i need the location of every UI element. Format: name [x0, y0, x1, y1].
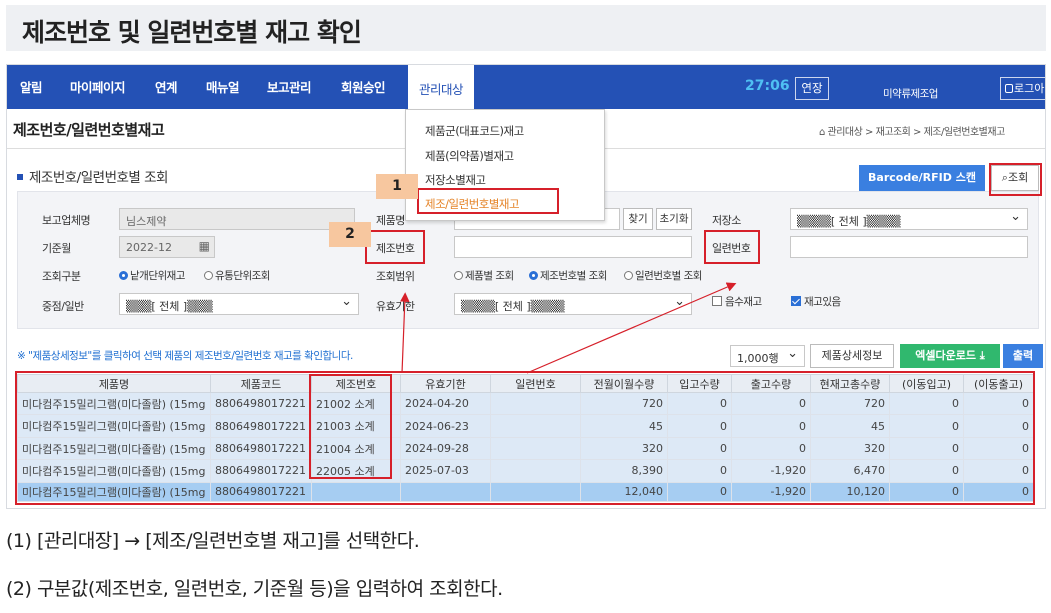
caption-step2: (2) 구분값(제조번호, 일련번호, 기준월 등)을 입력하여 조회한다.	[6, 578, 503, 600]
screenshot-panel: 알림 마이페이지 연계 매뉴얼 보고관리 회원승인 관리대상 27:06 연장 …	[6, 64, 1046, 509]
annotation-arrows	[400, 282, 737, 374]
caption-step1: (1) [관리대장] → [제조/일련번호별 재고]를 선택한다.	[6, 530, 420, 552]
arrow-to-mfg	[400, 292, 410, 374]
arrow-to-serial	[526, 282, 737, 374]
header-banner: 제조번호 및 일련번호별 재고 확인	[6, 5, 1046, 51]
header-title: 제조번호 및 일련번호별 재고 확인	[22, 18, 362, 47]
page-root: 제조번호 및 일련번호별 재고 확인 알림 마이페이지 연계 매뉴얼 보고관리 …	[0, 0, 1051, 613]
